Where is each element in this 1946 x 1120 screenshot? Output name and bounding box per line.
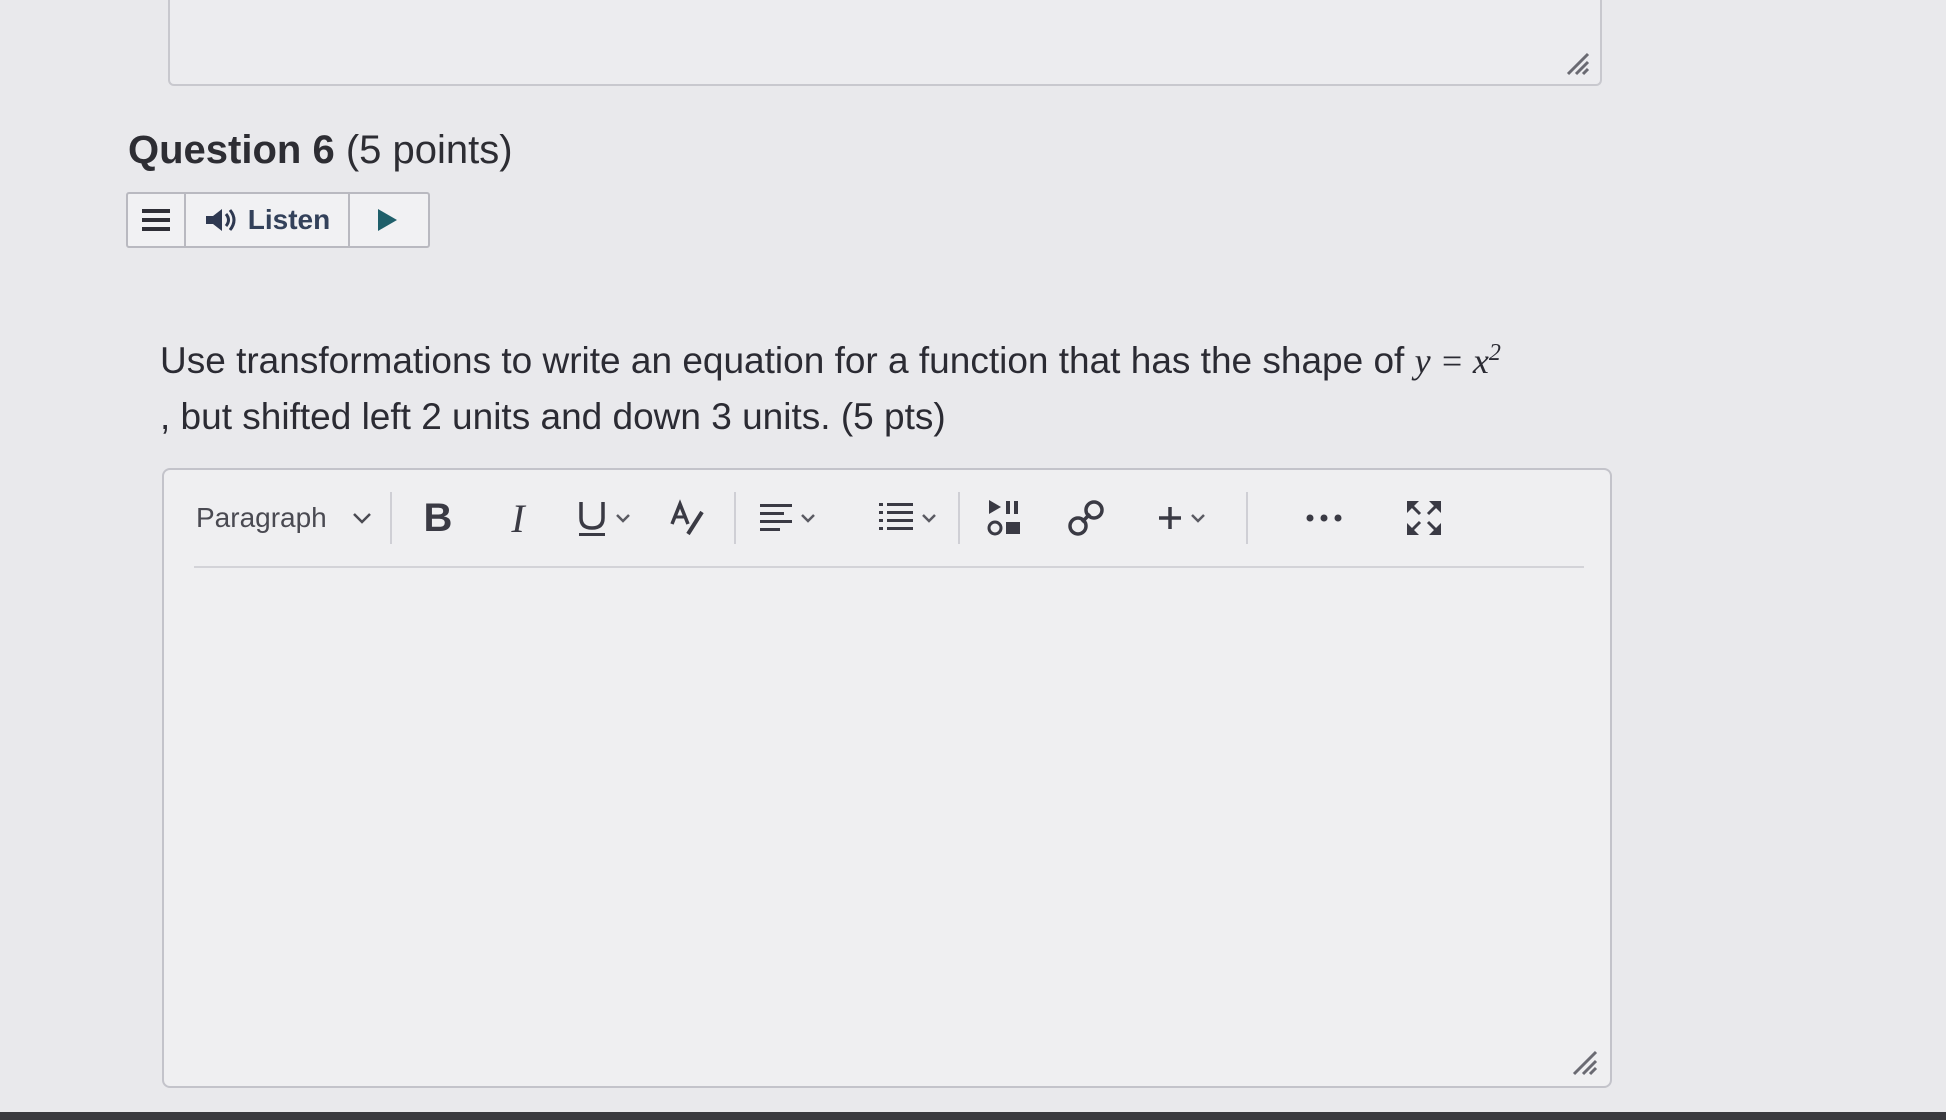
question-text-part2: , but shifted left 2 units and down 3 un… xyxy=(160,396,946,437)
toolbar-divider xyxy=(734,492,736,544)
chevron-down-icon xyxy=(353,513,371,524)
paragraph-format-dropdown[interactable]: Paragraph xyxy=(164,488,384,548)
question-text-part1: Use transformations to write an equation… xyxy=(160,340,1405,381)
fullscreen-button[interactable] xyxy=(1384,488,1464,548)
italic-button[interactable]: I xyxy=(478,488,558,548)
more-options-button[interactable] xyxy=(1284,488,1364,548)
toolbar-divider xyxy=(958,492,960,544)
listen-menu-button[interactable] xyxy=(128,194,186,246)
listen-button[interactable]: Listen xyxy=(186,194,350,246)
editor-content-area[interactable] xyxy=(164,570,1610,1086)
chevron-down-icon xyxy=(801,514,815,523)
underline-button[interactable] xyxy=(558,488,648,548)
list-icon xyxy=(879,503,913,530)
link-icon xyxy=(1068,500,1104,536)
resize-grip-icon[interactable] xyxy=(1570,1048,1598,1076)
listen-toolbar: Listen xyxy=(126,192,430,248)
previous-answer-editor[interactable] xyxy=(168,0,1602,86)
screen-bottom-edge xyxy=(0,1112,1946,1120)
toolbar-divider-line xyxy=(194,566,1584,568)
play-icon xyxy=(378,209,397,231)
insert-more-button[interactable] xyxy=(1136,488,1226,548)
more-icon xyxy=(1306,514,1342,522)
media-icon xyxy=(987,500,1020,536)
menu-icon xyxy=(142,209,170,231)
chevron-down-icon xyxy=(1191,514,1205,523)
insert-link-button[interactable] xyxy=(1046,488,1126,548)
fullscreen-icon xyxy=(1407,501,1441,535)
list-button[interactable] xyxy=(862,488,952,548)
chevron-down-icon xyxy=(616,514,630,523)
answer-editor: Paragraph B I xyxy=(162,468,1612,1088)
equation-y-equals-x-squared: y = x2 xyxy=(1414,340,1501,381)
text-color-button[interactable] xyxy=(648,488,728,548)
toolbar-divider xyxy=(390,492,392,544)
chevron-down-icon xyxy=(922,514,936,523)
plus-icon xyxy=(1159,507,1181,529)
underline-icon xyxy=(579,502,605,536)
question-title: Question 6 (5 points) xyxy=(128,128,513,173)
question-label: Question 6 xyxy=(128,128,335,172)
format-select-value: Paragraph xyxy=(196,502,327,533)
editor-toolbar: Paragraph B I xyxy=(164,470,1610,566)
insert-media-button[interactable] xyxy=(966,488,1046,548)
toolbar-divider xyxy=(1246,492,1248,544)
play-button[interactable] xyxy=(350,194,424,246)
question-text: Use transformations to write an equation… xyxy=(160,325,1600,445)
resize-grip-icon[interactable] xyxy=(1564,50,1590,76)
question-points: (5 points) xyxy=(345,128,513,172)
align-icon xyxy=(760,504,792,531)
text-color-icon xyxy=(670,499,704,536)
align-button[interactable] xyxy=(742,488,832,548)
bold-button[interactable]: B xyxy=(398,488,478,548)
speaker-icon xyxy=(205,209,236,231)
listen-label: Listen xyxy=(247,204,331,235)
